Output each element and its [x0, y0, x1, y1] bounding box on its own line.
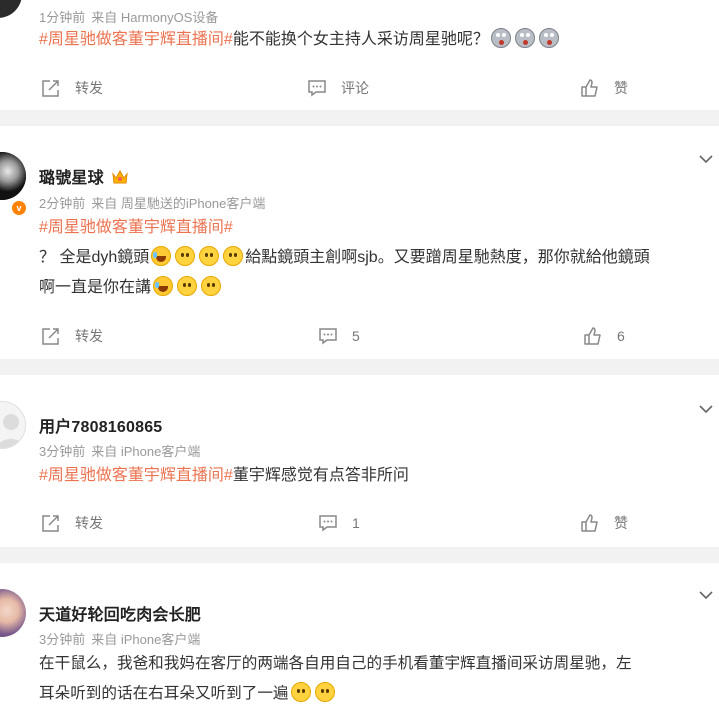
comment-button[interactable]: 评论 [307, 76, 369, 100]
post-body: 董宇辉感觉有点答非所问 [232, 467, 409, 484]
repost-label: 转发 [75, 80, 103, 96]
comment-label: 评论 [341, 80, 369, 96]
thinking-emoji [290, 682, 311, 702]
user-name[interactable]: 天道好轮回吃肉会长肥 [39, 601, 201, 625]
post-time[interactable]: 3分钟前 [39, 444, 85, 459]
user-name[interactable]: 璐號星球 [39, 164, 128, 188]
repost-button[interactable]: 转发 [41, 511, 103, 535]
comment-button[interactable]: 1 [318, 511, 360, 535]
thinking-emoji [177, 276, 198, 296]
thinking-emoji [175, 246, 196, 266]
post-meta: 1分钟前 来自 HarmonyOS设备 [39, 7, 218, 26]
repost-icon [42, 515, 59, 532]
post-meta: 3分钟前 来自 iPhone客户端 [39, 629, 200, 648]
chevron-down-icon[interactable] [699, 587, 713, 600]
comment-count: 5 [352, 328, 360, 344]
post-body: 在干鼠么，我爸和我妈在客厅的两端各自用自己的手机看董宇辉直播间采访周星驰，左 [39, 655, 632, 672]
post-time[interactable]: 3分钟前 [39, 632, 85, 647]
post-body: 啊一直是你在講 [39, 279, 152, 296]
post-actions: 转发 1 赞 [0, 511, 719, 535]
topic-link[interactable]: #周星驰做客董宇辉直播间# [39, 31, 233, 48]
post-card: 天道好轮回吃肉会长肥 3分钟前 来自 iPhone客户端 在干鼠么，我爸和我妈在客… [0, 563, 719, 705]
comment-icon [319, 515, 337, 532]
post-text: #周星驰做客董宇辉直播间#董宇辉感觉有点答非所问 [39, 461, 707, 491]
comment-button[interactable]: 5 [318, 324, 360, 348]
laugh-emoji [151, 246, 172, 266]
laugh-emoji [153, 276, 174, 296]
repost-button[interactable]: 转发 [41, 324, 103, 348]
post-text: #周星驰做客董宇辉直播间#能不能换个女主持人采访周星驰呢？ [39, 25, 707, 55]
post-source: 来自 iPhone客户端 [91, 632, 201, 647]
post-card: 1分钟前 来自 HarmonyOS设备 #周星驰做客董宇辉直播间#能不能换个女主持… [0, 0, 719, 110]
post-card: v 璐號星球 2分钟前 来自 周星馳送的iPhone客户端 #周星驰做客董宇辉直播… [0, 126, 719, 359]
like-label: 赞 [614, 515, 628, 531]
repost-label: 转发 [75, 515, 103, 531]
avatar[interactable] [0, 401, 26, 449]
post-text: 在干鼠么，我爸和我妈在客厅的两端各自用自己的手机看董宇辉直播间采访周星驰，左 耳… [39, 649, 707, 705]
post-source: 来自 iPhone客户端 [91, 444, 201, 459]
post-meta: 3分钟前 来自 iPhone客户端 [39, 441, 200, 460]
comment-icon [319, 328, 337, 345]
avatar[interactable] [0, 589, 26, 637]
comment-count: 1 [352, 515, 360, 531]
like-button[interactable]: 赞 [580, 76, 628, 100]
thinking-emoji [314, 682, 335, 702]
repost-icon [42, 80, 59, 97]
shock-emoji [490, 28, 511, 48]
chevron-down-icon[interactable] [699, 401, 713, 414]
post-source: 来自 HarmonyOS设备 [91, 10, 219, 25]
post-card: 用户7808160865 3分钟前 来自 iPhone客户端 #周星驰做客董宇辉直… [0, 375, 719, 547]
post-actions: 转发 5 6 [0, 324, 719, 348]
thumbs-up-icon [584, 327, 601, 345]
like-button[interactable]: 6 [583, 324, 625, 348]
like-button[interactable]: 赞 [580, 511, 628, 535]
avatar[interactable] [0, 0, 22, 18]
thumbs-up-icon [581, 79, 598, 97]
thinking-emoji [223, 246, 244, 266]
like-label: 赞 [614, 80, 628, 96]
post-meta: 2分钟前 来自 周星馳送的iPhone客户端 [39, 193, 265, 212]
chevron-down-icon[interactable] [699, 151, 713, 164]
topic-link[interactable]: #周星驰做客董宇辉直播间# [39, 219, 233, 236]
default-avatar-icon [0, 414, 25, 448]
avatar[interactable] [0, 152, 26, 200]
thinking-emoji [199, 246, 220, 266]
post-time[interactable]: 1分钟前 [39, 10, 85, 25]
post-text: #周星驰做客董宇辉直播间# ？ 全是dyh鏡頭 給點鏡頭主創啊sjb。又要蹭周星馳… [39, 213, 707, 303]
post-body: 能不能换个女主持人采访周星驰呢？ [232, 31, 489, 48]
post-actions: 转发 评论 赞 [0, 76, 719, 100]
shock-emoji [538, 28, 559, 48]
post-time[interactable]: 2分钟前 [39, 196, 85, 211]
crown-badge-icon [112, 170, 128, 184]
repost-button[interactable]: 转发 [41, 76, 103, 100]
thinking-emoji [201, 276, 222, 296]
repost-label: 转发 [75, 328, 103, 344]
topic-link[interactable]: #周星驰做客董宇辉直播间# [39, 467, 233, 484]
user-name[interactable]: 用户7808160865 [39, 413, 162, 437]
comment-icon [308, 80, 326, 97]
repost-icon [42, 328, 59, 345]
post-body: ？ 全是dyh鏡頭 [39, 249, 150, 266]
post-body: 給點鏡頭主創啊sjb。又要蹭周星馳熱度，那你就給他鏡頭 [245, 249, 650, 266]
verified-badge-icon: v [10, 199, 28, 217]
post-body: 耳朵听到的话在右耳朵又听到了一遍 [39, 685, 289, 702]
post-source: 来自 周星馳送的iPhone客户端 [91, 196, 266, 211]
shock-emoji [514, 28, 535, 48]
like-count: 6 [617, 328, 625, 344]
thumbs-up-icon [581, 514, 598, 532]
